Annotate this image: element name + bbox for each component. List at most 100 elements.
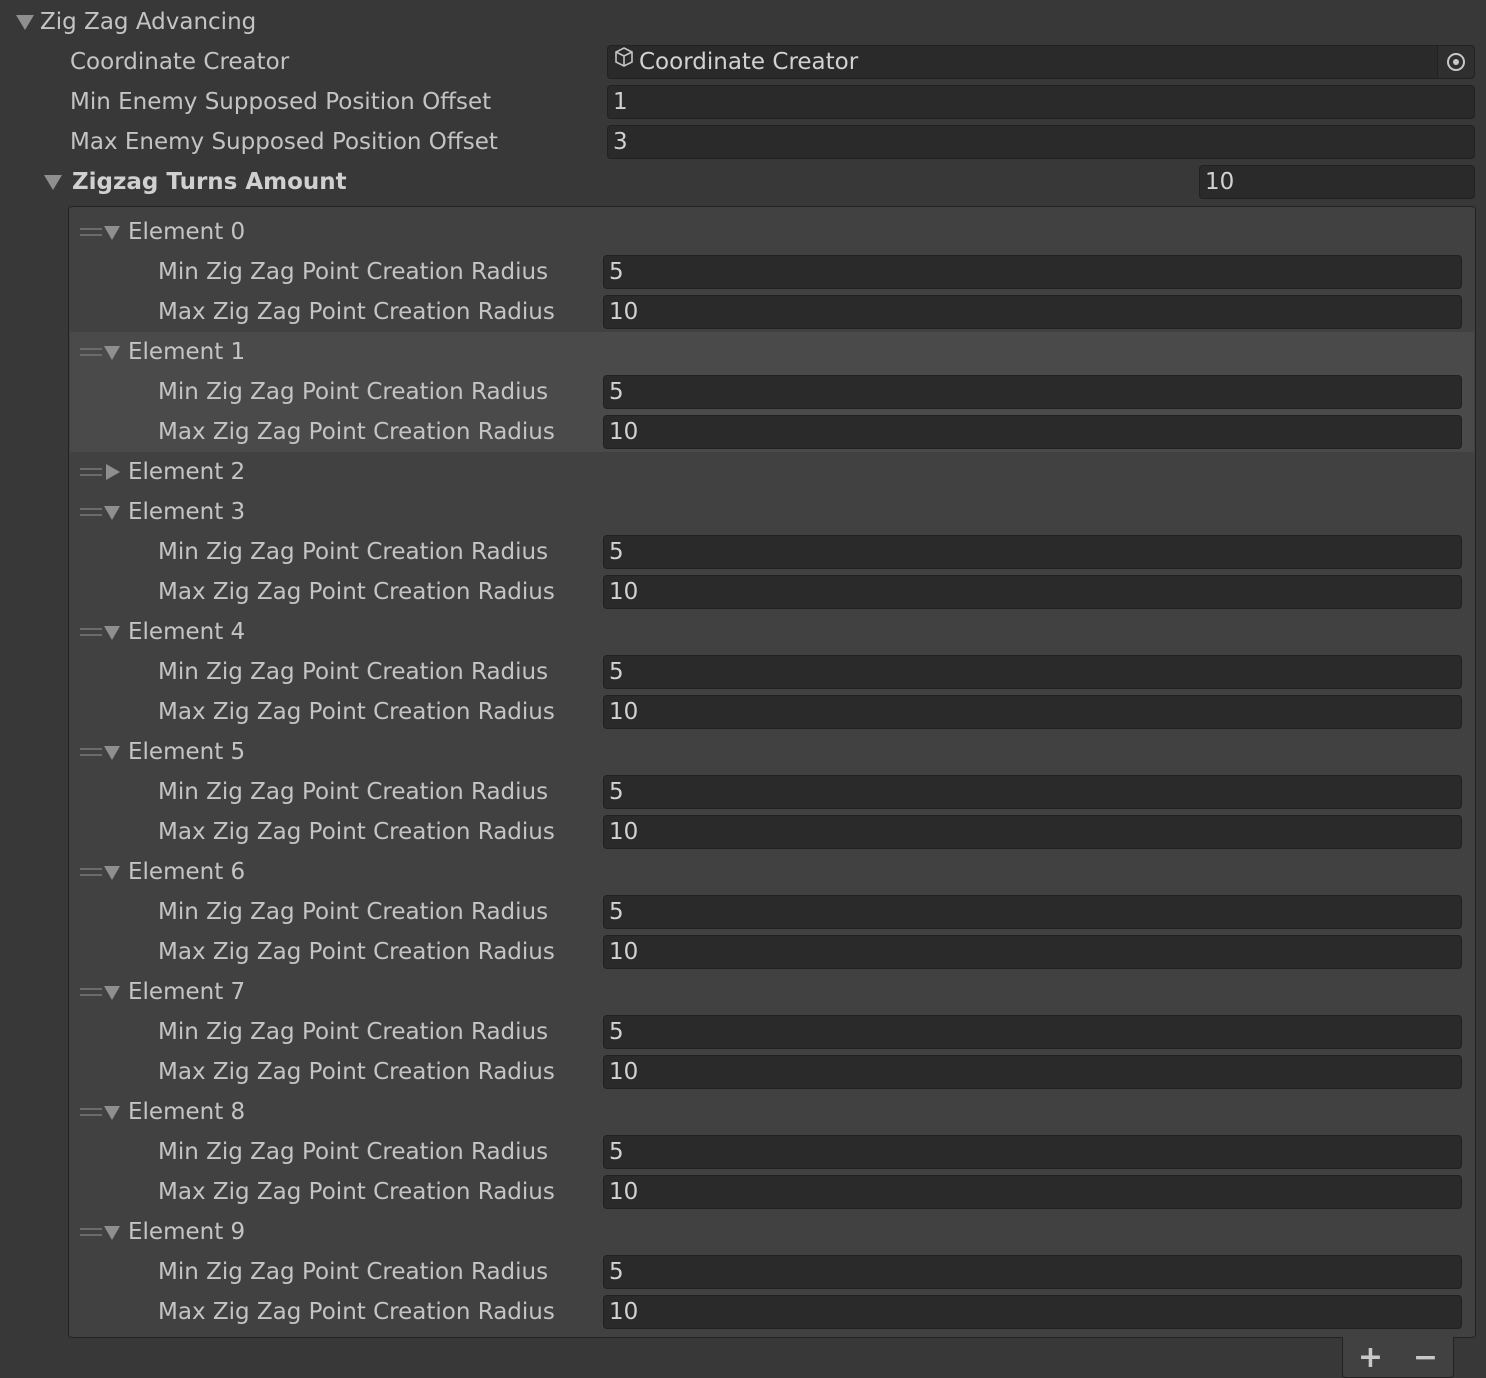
min-radius-row: Min Zig Zag Point Creation Radius 5 [0, 1252, 1486, 1292]
max-radius-field[interactable]: 10 [603, 415, 1462, 449]
element-label: Element 7 [128, 979, 246, 1005]
list-item[interactable]: Element 1 Min Zig Zag Point Creation Radi… [70, 332, 1474, 452]
remove-element-button[interactable]: − [1406, 1340, 1446, 1375]
min-radius-field[interactable]: 5 [603, 1255, 1462, 1289]
max-radius-field[interactable]: 10 [603, 575, 1462, 609]
max-radius-label: Max Zig Zag Point Creation Radius [158, 699, 555, 725]
chevron-down-icon[interactable] [104, 506, 120, 520]
min-radius-field[interactable]: 5 [603, 375, 1462, 409]
max-radius-field[interactable]: 10 [603, 1295, 1462, 1329]
foldout-arrow-icon[interactable] [16, 15, 34, 30]
zig-zag-advancing-foldout[interactable]: Zig Zag Advancing [0, 2, 1486, 42]
max-radius-field[interactable]: 10 [603, 1055, 1462, 1089]
object-picker-icon[interactable] [1437, 46, 1474, 78]
max-offset-field[interactable]: 3 [607, 125, 1475, 159]
element-label: Element 4 [128, 619, 246, 645]
max-offset-label: Max Enemy Supposed Position Offset [70, 129, 498, 155]
max-radius-label: Max Zig Zag Point Creation Radius [158, 299, 555, 325]
drag-handle-icon[interactable] [80, 1228, 102, 1236]
min-radius-row: Min Zig Zag Point Creation Radius 5 [0, 532, 1486, 572]
max-radius-label: Max Zig Zag Point Creation Radius [158, 819, 555, 845]
max-radius-field[interactable]: 10 [603, 815, 1462, 849]
element-header[interactable]: Element 5 [0, 732, 1486, 772]
max-radius-label: Max Zig Zag Point Creation Radius [158, 419, 555, 445]
list-item[interactable]: Element 3 Min Zig Zag Point Creation Radi… [70, 492, 1474, 612]
drag-handle-icon[interactable] [80, 748, 102, 756]
min-offset-field[interactable]: 1 [607, 85, 1475, 119]
list-item[interactable]: Element 8 Min Zig Zag Point Creation Radi… [70, 1092, 1474, 1212]
drag-handle-icon[interactable] [80, 1108, 102, 1116]
max-radius-label: Max Zig Zag Point Creation Radius [158, 1299, 555, 1325]
max-radius-field[interactable]: 10 [603, 295, 1462, 329]
max-radius-field[interactable]: 10 [603, 695, 1462, 729]
min-radius-label: Min Zig Zag Point Creation Radius [158, 259, 549, 285]
list-item[interactable]: Element 4 Min Zig Zag Point Creation Radi… [70, 612, 1474, 732]
element-header[interactable]: Element 9 [0, 1212, 1486, 1252]
drag-handle-icon[interactable] [80, 628, 102, 636]
min-radius-row: Min Zig Zag Point Creation Radius 5 [0, 372, 1486, 412]
max-radius-row: Max Zig Zag Point Creation Radius 10 [0, 932, 1486, 972]
min-radius-field[interactable]: 5 [603, 895, 1462, 929]
min-radius-row: Min Zig Zag Point Creation Radius 5 [0, 652, 1486, 692]
coordinate-creator-value: Coordinate Creator [639, 49, 859, 75]
chevron-down-icon[interactable] [104, 746, 120, 760]
element-label: Element 1 [128, 339, 246, 365]
max-radius-field[interactable]: 10 [603, 935, 1462, 969]
drag-handle-icon[interactable] [80, 228, 102, 236]
foldout-arrow-icon[interactable] [44, 175, 62, 190]
min-radius-row: Min Zig Zag Point Creation Radius 5 [0, 892, 1486, 932]
min-radius-row: Min Zig Zag Point Creation Radius 5 [0, 772, 1486, 812]
drag-handle-icon[interactable] [80, 868, 102, 876]
element-header[interactable]: Element 7 [0, 972, 1486, 1012]
max-radius-label: Max Zig Zag Point Creation Radius [158, 1059, 555, 1085]
element-label: Element 0 [128, 219, 246, 245]
list-item[interactable]: Element 5 Min Zig Zag Point Creation Radi… [70, 732, 1474, 852]
min-radius-field[interactable]: 5 [603, 1135, 1462, 1169]
chevron-down-icon[interactable] [104, 986, 120, 1000]
element-header[interactable]: Element 3 [0, 492, 1486, 532]
zigzag-turns-foldout[interactable]: Zigzag Turns Amount 10 [0, 162, 1486, 202]
add-element-button[interactable]: + [1351, 1340, 1391, 1375]
list-item[interactable]: Element 0 Min Zig Zag Point Creation Radi… [70, 212, 1474, 332]
min-radius-field[interactable]: 5 [603, 655, 1462, 689]
coordinate-creator-field[interactable]: Coordinate Creator [607, 45, 1475, 79]
max-radius-row: Max Zig Zag Point Creation Radius 10 [0, 1292, 1486, 1332]
max-radius-row: Max Zig Zag Point Creation Radius 10 [0, 292, 1486, 332]
element-header[interactable]: Element 4 [0, 612, 1486, 652]
chevron-down-icon[interactable] [104, 346, 120, 360]
list-item[interactable]: Element 2 [70, 452, 1474, 492]
drag-handle-icon[interactable] [80, 348, 102, 356]
drag-handle-icon[interactable] [80, 988, 102, 996]
max-radius-label: Max Zig Zag Point Creation Radius [158, 939, 555, 965]
list-size-field[interactable]: 10 [1199, 165, 1475, 199]
element-header[interactable]: Element 6 [0, 852, 1486, 892]
element-header[interactable]: Element 8 [0, 1092, 1486, 1132]
min-radius-row: Min Zig Zag Point Creation Radius 5 [0, 252, 1486, 292]
list-item[interactable]: Element 6 Min Zig Zag Point Creation Radi… [70, 852, 1474, 972]
list-item[interactable]: Element 9 Min Zig Zag Point Creation Radi… [70, 1212, 1474, 1332]
element-label: Element 6 [128, 859, 246, 885]
cube-icon [613, 46, 635, 77]
chevron-down-icon[interactable] [104, 626, 120, 640]
element-header[interactable]: Element 1 [0, 332, 1486, 372]
drag-handle-icon[interactable] [80, 468, 102, 476]
element-label: Element 3 [128, 499, 246, 525]
chevron-down-icon[interactable] [104, 866, 120, 880]
drag-handle-icon[interactable] [80, 508, 102, 516]
min-offset-row: Min Enemy Supposed Position Offset 1 [0, 82, 1486, 122]
min-radius-field[interactable]: 5 [603, 1015, 1462, 1049]
max-radius-field[interactable]: 10 [603, 1175, 1462, 1209]
chevron-right-icon[interactable] [106, 464, 120, 480]
min-radius-field[interactable]: 5 [603, 255, 1462, 289]
min-radius-field[interactable]: 5 [603, 535, 1462, 569]
max-radius-label: Max Zig Zag Point Creation Radius [158, 579, 555, 605]
element-header[interactable]: Element 0 [0, 212, 1486, 252]
element-header[interactable]: Element 2 [0, 452, 1486, 492]
chevron-down-icon[interactable] [104, 1226, 120, 1240]
min-radius-field[interactable]: 5 [603, 775, 1462, 809]
max-radius-row: Max Zig Zag Point Creation Radius 10 [0, 572, 1486, 612]
list-item[interactable]: Element 7 Min Zig Zag Point Creation Radi… [70, 972, 1474, 1092]
max-radius-row: Max Zig Zag Point Creation Radius 10 [0, 1052, 1486, 1092]
chevron-down-icon[interactable] [104, 1106, 120, 1120]
chevron-down-icon[interactable] [104, 226, 120, 240]
